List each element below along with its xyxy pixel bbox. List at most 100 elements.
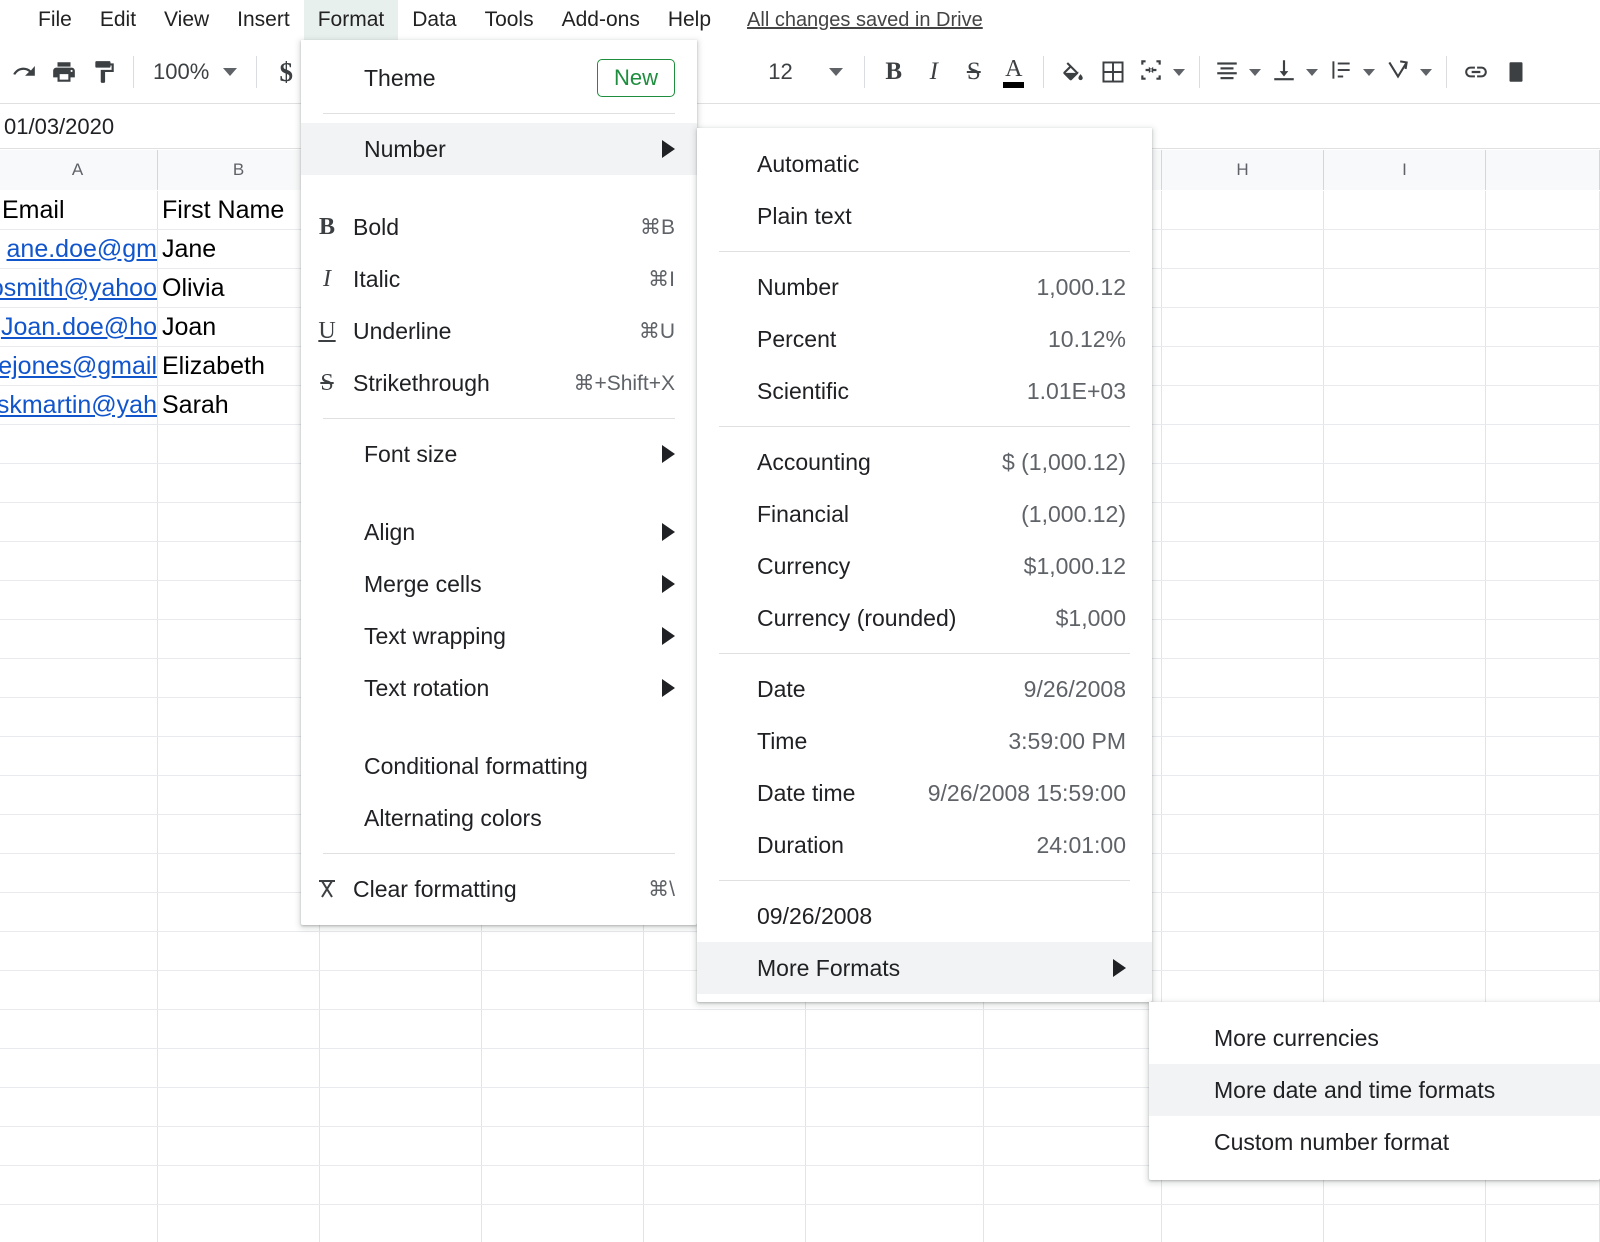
cell-b7[interactable]: [158, 425, 320, 463]
cell-b6[interactable]: Sarah: [158, 386, 320, 424]
cell-j6[interactable]: [1486, 386, 1600, 424]
cell-a24[interactable]: [0, 1088, 158, 1126]
number-menu-item-automatic[interactable]: Automatic: [697, 138, 1152, 190]
cell-j27[interactable]: [1486, 1205, 1600, 1242]
cell-e25[interactable]: [644, 1127, 806, 1165]
cell-e24[interactable]: [644, 1088, 806, 1126]
cell-g22[interactable]: [984, 1010, 1162, 1048]
cell-j18[interactable]: [1486, 854, 1600, 892]
column-header-j[interactable]: [1486, 150, 1600, 190]
cell-h27[interactable]: [1162, 1205, 1324, 1242]
cell-a6[interactable]: skmartin@yah: [0, 386, 158, 424]
merge-cells-button[interactable]: [1133, 57, 1190, 88]
cell-j8[interactable]: [1486, 464, 1600, 502]
cell-i12[interactable]: [1324, 620, 1486, 658]
cell-i16[interactable]: [1324, 776, 1486, 814]
cell-h1[interactable]: [1162, 191, 1324, 229]
borders-icon[interactable]: [1093, 50, 1133, 94]
cell-i8[interactable]: [1324, 464, 1486, 502]
cell-j12[interactable]: [1486, 620, 1600, 658]
cell-a7[interactable]: [0, 425, 158, 463]
cell-j5[interactable]: [1486, 347, 1600, 385]
cell-c21[interactable]: [320, 971, 482, 1009]
cell-g25[interactable]: [984, 1127, 1162, 1165]
cell-b1[interactable]: First Name: [158, 191, 320, 229]
cell-a26[interactable]: [0, 1166, 158, 1204]
cell-e27[interactable]: [644, 1205, 806, 1242]
number-menu-item-number[interactable]: Number1,000.12: [697, 261, 1152, 313]
cell-a15[interactable]: [0, 737, 158, 775]
format-menu-item-conditional-formatting[interactable]: Conditional formatting: [301, 740, 697, 792]
cell-j10[interactable]: [1486, 542, 1600, 580]
cell-e26[interactable]: [644, 1166, 806, 1204]
number-menu-item-time[interactable]: Time3:59:00 PM: [697, 715, 1152, 767]
column-header-b[interactable]: B: [158, 150, 320, 190]
format-menu-item-underline[interactable]: UUnderline⌘U: [301, 305, 697, 357]
cell-j14[interactable]: [1486, 698, 1600, 736]
paint-format-icon[interactable]: [84, 50, 124, 94]
menu-insert[interactable]: Insert: [223, 0, 304, 40]
cell-i13[interactable]: [1324, 659, 1486, 697]
cell-g27[interactable]: [984, 1205, 1162, 1242]
format-menu-item-merge-cells[interactable]: Merge cells: [301, 558, 697, 610]
cell-b8[interactable]: [158, 464, 320, 502]
cell-a5[interactable]: ejones@gmail: [0, 347, 158, 385]
cell-i7[interactable]: [1324, 425, 1486, 463]
format-menu-item-italic[interactable]: IItalic⌘I: [301, 253, 697, 305]
number-menu-item-accounting[interactable]: Accounting$ (1,000.12): [697, 436, 1152, 488]
cell-d20[interactable]: [482, 932, 644, 970]
cell-b24[interactable]: [158, 1088, 320, 1126]
cell-h17[interactable]: [1162, 815, 1324, 853]
cell-a3[interactable]: osmith@yahoo: [0, 269, 158, 307]
cell-d23[interactable]: [482, 1049, 644, 1087]
cell-a25[interactable]: [0, 1127, 158, 1165]
zoom-selector[interactable]: 100%: [143, 59, 247, 85]
cell-i11[interactable]: [1324, 581, 1486, 619]
print-icon[interactable]: [44, 50, 84, 94]
cell-j19[interactable]: [1486, 893, 1600, 931]
cell-h20[interactable]: [1162, 932, 1324, 970]
cell-b14[interactable]: [158, 698, 320, 736]
column-header-a[interactable]: A: [0, 150, 158, 190]
number-menu-item-percent[interactable]: Percent10.12%: [697, 313, 1152, 365]
cell-i20[interactable]: [1324, 932, 1486, 970]
cell-i1[interactable]: [1324, 191, 1486, 229]
insert-link-icon[interactable]: [1456, 50, 1496, 94]
cell-a8[interactable]: [0, 464, 158, 502]
cell-b19[interactable]: [158, 893, 320, 931]
cell-h13[interactable]: [1162, 659, 1324, 697]
cell-b26[interactable]: [158, 1166, 320, 1204]
cell-c25[interactable]: [320, 1127, 482, 1165]
cell-i17[interactable]: [1324, 815, 1486, 853]
cell-d25[interactable]: [482, 1127, 644, 1165]
cell-h7[interactable]: [1162, 425, 1324, 463]
number-menu-item-duration[interactable]: Duration24:01:00: [697, 819, 1152, 871]
cell-j11[interactable]: [1486, 581, 1600, 619]
cell-b17[interactable]: [158, 815, 320, 853]
cell-c26[interactable]: [320, 1166, 482, 1204]
number-menu-item-plain-text[interactable]: Plain text: [697, 190, 1152, 242]
cell-f24[interactable]: [806, 1088, 984, 1126]
cell-i19[interactable]: [1324, 893, 1486, 931]
format-menu-item-alternating-colors[interactable]: Alternating colors: [301, 792, 697, 844]
cell-d22[interactable]: [482, 1010, 644, 1048]
cell-f23[interactable]: [806, 1049, 984, 1087]
menu-file[interactable]: File: [24, 0, 86, 40]
cell-d27[interactable]: [482, 1205, 644, 1242]
horizontal-align-button[interactable]: [1209, 57, 1266, 88]
redo-icon[interactable]: [4, 50, 44, 94]
more-formats-item-more-currencies[interactable]: More currencies: [1149, 1012, 1600, 1064]
cell-b20[interactable]: [158, 932, 320, 970]
more-formats-item-more-date-time-formats[interactable]: More date and time formats: [1149, 1064, 1600, 1116]
cell-b18[interactable]: [158, 854, 320, 892]
menu-add-ons[interactable]: Add-ons: [548, 0, 654, 40]
format-menu-item-text-rotation[interactable]: Text rotation: [301, 662, 697, 714]
cell-f26[interactable]: [806, 1166, 984, 1204]
cell-j9[interactable]: [1486, 503, 1600, 541]
cell-i5[interactable]: [1324, 347, 1486, 385]
cell-c22[interactable]: [320, 1010, 482, 1048]
menu-data[interactable]: Data: [398, 0, 470, 40]
cell-b4[interactable]: Joan: [158, 308, 320, 346]
cell-h12[interactable]: [1162, 620, 1324, 658]
cell-b15[interactable]: [158, 737, 320, 775]
